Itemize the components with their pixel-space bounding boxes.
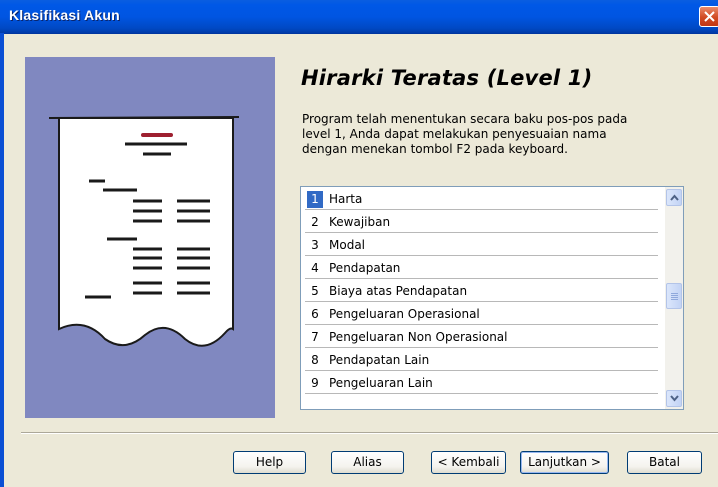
list-item-number: 5 (311, 284, 319, 298)
list-item-number: 2 (311, 215, 319, 229)
alias-button[interactable]: Alias (331, 451, 404, 474)
list-item[interactable]: 1 Harta (301, 187, 658, 210)
list-item-label: Kewajiban (329, 215, 391, 229)
list-item[interactable]: 4 Pendapatan (301, 256, 658, 279)
list-item-number: 1 (307, 191, 323, 208)
list-item[interactable]: 7 Pengeluaran Non Operasional (301, 325, 658, 348)
grip-line (671, 297, 678, 298)
next-button[interactable]: Lanjutkan > (520, 451, 609, 474)
row-divider (305, 393, 658, 394)
list-item-label: Modal (329, 238, 365, 252)
account-list[interactable]: 1 Harta 2 Kewajiban 3 Modal 4 Pendapatan… (300, 186, 684, 410)
page-description: Program telah menentukan secara baku pos… (302, 112, 628, 156)
list-item-label: Pengeluaran Operasional (329, 307, 480, 321)
receipt-illustration (25, 57, 275, 418)
scroll-thumb[interactable] (666, 283, 682, 309)
list-item[interactable]: 9 Pengeluaran Lain (301, 371, 658, 394)
cancel-button[interactable]: Batal (627, 451, 702, 474)
close-button[interactable] (699, 6, 718, 27)
list-item[interactable]: 6 Pengeluaran Operasional (301, 302, 658, 325)
receipt-icon (48, 116, 240, 347)
title-bar[interactable]: Klasifikasi Akun (0, 0, 718, 34)
list-item-number: 3 (311, 238, 319, 252)
list-item-number: 8 (311, 353, 319, 367)
list-item-label: Biaya atas Pendapatan (329, 284, 468, 298)
list-item-label: Pendapatan Lain (329, 353, 430, 367)
grip-line (671, 299, 678, 300)
list-item[interactable]: 2 Kewajiban (301, 210, 658, 233)
grip-line (671, 293, 678, 294)
list-item-label: Pengeluaran Non Operasional (329, 330, 508, 344)
vertical-scrollbar[interactable] (665, 187, 683, 409)
window-title: Klasifikasi Akun (9, 7, 120, 23)
chevron-down-icon (670, 395, 679, 402)
list-item[interactable]: 3 Modal (301, 233, 658, 256)
close-icon (704, 11, 715, 22)
scroll-up-button[interactable] (666, 189, 682, 206)
list-item[interactable]: 5 Biaya atas Pendapatan (301, 279, 658, 302)
divider (21, 432, 718, 434)
list-item-label: Pendapatan (329, 261, 401, 275)
grip-line (671, 295, 678, 296)
window-frame (0, 33, 4, 487)
list-item-number: 9 (311, 376, 319, 390)
scroll-down-button[interactable] (666, 390, 682, 407)
page-heading: Hirarki Teratas (Level 1) (301, 66, 593, 90)
list-item-number: 7 (311, 330, 319, 344)
list-item-number: 6 (311, 307, 319, 321)
list-item[interactable]: 8 Pendapatan Lain (301, 348, 658, 371)
list-item-label: Pengeluaran Lain (329, 376, 433, 390)
list-item-number: 4 (311, 261, 319, 275)
chevron-up-icon (670, 194, 679, 201)
list-item-label: Harta (329, 192, 363, 206)
help-button[interactable]: Help (233, 451, 306, 474)
back-button[interactable]: < Kembali (431, 451, 506, 474)
